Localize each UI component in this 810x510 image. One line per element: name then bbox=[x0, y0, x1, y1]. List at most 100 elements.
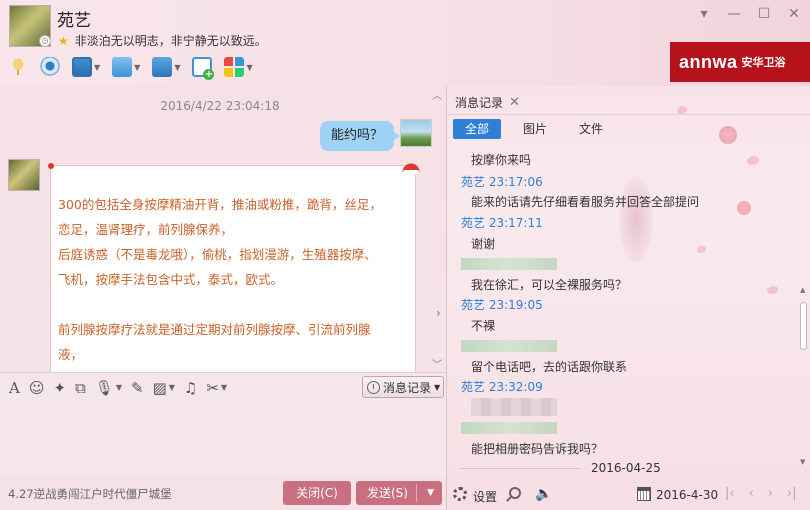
send-button-label: 发送(S) bbox=[367, 486, 408, 500]
message-timestamp: 2016/4/22 23:04:18 bbox=[160, 99, 280, 113]
calendar-icon[interactable] bbox=[637, 487, 651, 501]
collapse-panel-icon[interactable]: › bbox=[436, 306, 441, 320]
search-icon[interactable] bbox=[509, 487, 521, 499]
redacted-sender bbox=[461, 258, 557, 270]
history-sender-time: 苑艺 23:17:11 bbox=[461, 216, 543, 230]
chevron-down-icon[interactable]: ▼ bbox=[174, 63, 180, 72]
history-sender-time: 苑艺 23:19:05 bbox=[461, 298, 543, 312]
tab-label: 消息记录 bbox=[455, 95, 504, 110]
close-button[interactable]: 关闭(C) bbox=[283, 481, 351, 505]
screen-share-button[interactable]: ▼ bbox=[72, 57, 100, 77]
prev-page-icon[interactable]: ‹ bbox=[749, 486, 754, 501]
chevron-down-icon[interactable]: ▼ bbox=[246, 63, 252, 72]
video-call-button[interactable] bbox=[40, 57, 60, 77]
my-message-bubble: 能约吗？ bbox=[320, 121, 401, 151]
apps-button[interactable]: ▼ bbox=[224, 57, 253, 77]
friend-avatar[interactable] bbox=[8, 159, 40, 191]
history-message: 能来的话请先仔细看看服务并回答全部提问 bbox=[471, 195, 700, 209]
history-list[interactable]: 按摩你来吗 苑艺 23:17:06 能来的话请先仔细看看服务并回答全部提问 苑艺… bbox=[447, 146, 803, 472]
last-page-icon[interactable]: ›| bbox=[787, 486, 797, 501]
history-message: 按摩你来吗 bbox=[471, 153, 532, 167]
friend-message-line: 300的包括全身按摩精油开背，推油或粉推，跪背，丝足， bbox=[58, 197, 382, 212]
tab-message-history[interactable]: 消息记录 ✕ bbox=[455, 91, 520, 113]
send-file-button[interactable]: ▼ bbox=[112, 57, 140, 77]
filter-tab-images[interactable]: 图片 bbox=[511, 119, 559, 139]
gear-icon[interactable] bbox=[453, 487, 467, 501]
chevron-down-icon: ▼ bbox=[434, 382, 441, 392]
window-header: ◷ 苑艺 ★ 非淡泊无以明志，非宁静无以致远。 ▾ — ☐ ✕ ▼ ▼ ▼ ▼ a… bbox=[0, 0, 810, 86]
monitor-icon bbox=[152, 57, 173, 77]
filter-tab-files[interactable]: 文件 bbox=[567, 119, 615, 139]
image-icon[interactable]: ▨ bbox=[153, 379, 167, 397]
friend-message-line: 液， bbox=[58, 347, 84, 362]
voice-message-icon[interactable]: 🎙 bbox=[95, 379, 114, 397]
friend-message-bubble: 300的包括全身按摩精油开背，推油或粉推，跪背，丝足， 恋足，温肾理疗，前列腺保… bbox=[48, 158, 421, 372]
redacted-message bbox=[471, 398, 557, 416]
tab-divider bbox=[447, 114, 810, 115]
message-history-button[interactable]: 消息记录 ▼ bbox=[362, 376, 444, 398]
edit-icon[interactable]: ✎ bbox=[131, 379, 144, 397]
remote-desktop-button[interactable]: ▼ bbox=[152, 57, 180, 77]
scroll-up-icon[interactable]: ▲ bbox=[800, 286, 805, 294]
history-sender-time: 苑艺 23:17:06 bbox=[461, 175, 543, 189]
minimize-icon[interactable]: — bbox=[726, 6, 742, 22]
scroll-down-icon[interactable]: ﹀ bbox=[432, 356, 442, 371]
font-icon[interactable]: A bbox=[9, 379, 20, 397]
chevron-down-icon[interactable]: ▼ bbox=[94, 63, 100, 72]
voice-call-button[interactable] bbox=[8, 57, 28, 77]
brand-logo: annwa bbox=[679, 51, 738, 72]
signature-text: 非淡泊无以明志，非宁静无以致远。 bbox=[74, 34, 267, 48]
chevron-down-icon[interactable]: ▼ bbox=[134, 63, 140, 72]
send-divider bbox=[416, 484, 417, 502]
menu-dropdown-icon[interactable]: ▾ bbox=[696, 6, 712, 22]
speaker-icon[interactable]: 🔈 bbox=[535, 486, 552, 502]
history-message: 我在徐汇，可以全裸服务吗？ bbox=[471, 278, 628, 292]
history-scrollbar[interactable] bbox=[800, 302, 807, 350]
scroll-down-icon[interactable]: ▼ bbox=[800, 458, 805, 466]
send-button[interactable]: 发送(S) ▼ bbox=[356, 481, 442, 505]
contact-avatar[interactable]: ◷ bbox=[9, 5, 51, 47]
history-message: 能把相册密码告诉我吗？ bbox=[471, 442, 604, 456]
history-date-value[interactable]: 2016-4-30 bbox=[656, 488, 718, 502]
history-date-divider: 2016-04-25 bbox=[591, 461, 661, 472]
close-tab-icon[interactable]: ✕ bbox=[509, 95, 520, 110]
chevron-down-icon[interactable]: ▼ bbox=[221, 383, 227, 392]
magic-wand-icon[interactable]: ✦ bbox=[53, 379, 66, 397]
camera-icon bbox=[40, 57, 60, 77]
contact-name: 苑艺 bbox=[57, 11, 91, 31]
scissors-icon[interactable]: ✂ bbox=[206, 379, 219, 397]
filter-tab-all[interactable]: 全部 bbox=[453, 119, 502, 139]
emoji-icon[interactable]: ☺ bbox=[29, 379, 45, 397]
message-input[interactable] bbox=[0, 402, 446, 476]
screen-chart-icon bbox=[72, 57, 92, 77]
window-controls: ▾ — ☐ ✕ bbox=[696, 6, 802, 22]
first-page-icon[interactable]: |‹ bbox=[725, 486, 735, 501]
close-icon[interactable]: ✕ bbox=[786, 6, 802, 22]
maximize-icon[interactable]: ☐ bbox=[756, 6, 772, 22]
send-options-chevron-icon[interactable]: ▼ bbox=[427, 481, 434, 505]
history-filter-tabs: 全部 图片 文件 bbox=[453, 119, 615, 139]
next-page-icon[interactable]: › bbox=[768, 486, 773, 501]
ad-marquee[interactable]: 4.27逆战勇闯江户时代僵尸城堡 bbox=[8, 486, 172, 502]
history-pagination: |‹ ‹ › ›| bbox=[725, 486, 797, 501]
brand-banner[interactable]: annwa 安华卫浴 bbox=[670, 42, 810, 82]
settings-button[interactable]: 设置 bbox=[473, 488, 497, 505]
shake-window-icon[interactable]: ⧉ bbox=[75, 379, 86, 397]
history-button-label: 消息记录 bbox=[383, 380, 432, 395]
history-message: 不裸 bbox=[471, 319, 496, 333]
create-group-button[interactable] bbox=[192, 57, 215, 80]
message-area[interactable]: ︿ 2016/4/22 23:04:18 能约吗？ 300的包括全身按摩精油开背… bbox=[0, 86, 446, 372]
redacted-sender bbox=[461, 340, 557, 352]
chevron-down-icon[interactable]: ▼ bbox=[169, 383, 175, 392]
clock-icon bbox=[367, 380, 380, 394]
history-message: 谢谢 bbox=[471, 237, 496, 251]
date-divider-line bbox=[461, 468, 581, 469]
chevron-down-icon[interactable]: ▼ bbox=[116, 383, 122, 392]
history-sender-time: 苑艺 23:32:09 bbox=[461, 380, 543, 394]
music-icon[interactable]: ♫ bbox=[184, 379, 197, 397]
my-avatar[interactable] bbox=[400, 119, 432, 147]
friend-message-line: 飞机，按摩手法包含中式，泰式，欧式。 bbox=[58, 272, 284, 287]
status-clock-icon: ◷ bbox=[39, 35, 51, 47]
history-message: 留个电话吧，去的话跟你联系 bbox=[471, 360, 628, 374]
history-footer: 设置 🔈 2016-4-30 |‹ ‹ › ›| bbox=[447, 482, 810, 510]
